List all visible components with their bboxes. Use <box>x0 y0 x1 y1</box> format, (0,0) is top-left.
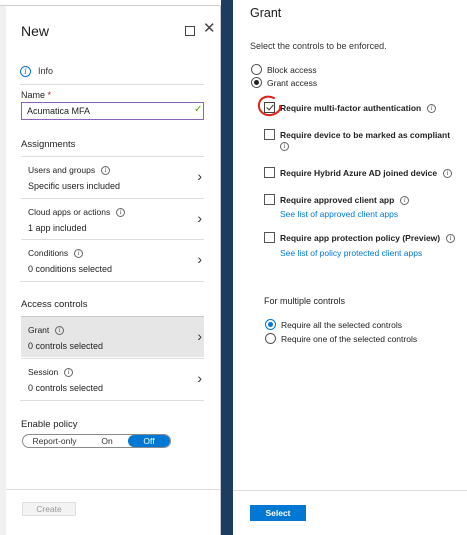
info-icon: i <box>427 103 437 113</box>
session-value: 0 controls selected <box>28 383 104 393</box>
divider <box>20 281 204 282</box>
footer-divider <box>233 490 467 491</box>
require-all-label: Require all the selected controls <box>281 320 402 330</box>
compliant-device-checkbox[interactable] <box>264 129 275 140</box>
enable-policy-toggle[interactable]: Report-only On Off <box>22 434 171 448</box>
cloud-apps-item[interactable]: Cloud apps or actions i 1 app included › <box>21 198 204 239</box>
close-icon[interactable]: ✕ <box>203 21 216 36</box>
info-icon: i <box>64 367 74 377</box>
hybrid-device-label: Require Hybrid Azure AD joined device i <box>280 168 453 178</box>
info-icon: i <box>280 142 289 151</box>
info-label: Info <box>38 66 54 76</box>
assignments-heading: Assignments <box>21 139 76 150</box>
maximize-icon[interactable] <box>185 26 195 36</box>
info-icon: i <box>101 165 111 175</box>
name-label: Name * <box>21 90 52 100</box>
block-access-label: Block access <box>267 65 317 75</box>
chevron-right-icon: › <box>197 328 202 344</box>
blade-divider <box>221 0 233 535</box>
approved-app-checkbox[interactable] <box>264 194 275 205</box>
footer-divider <box>6 489 220 490</box>
name-input[interactable]: Acumatica MFA <box>21 102 204 120</box>
create-button[interactable]: Create <box>22 502 76 516</box>
info-icon: i <box>443 168 453 178</box>
mfa-label: Require multi-factor authentication i <box>280 103 437 113</box>
block-access-radio[interactable] <box>251 64 262 75</box>
select-button[interactable]: Select <box>250 505 306 521</box>
approved-apps-link[interactable]: See list of approved client apps <box>280 209 398 219</box>
info-icon: i <box>20 65 31 77</box>
access-controls-heading: Access controls <box>21 299 88 310</box>
require-one-radio[interactable] <box>265 333 276 344</box>
session-item[interactable]: Session i 0 controls selected › <box>21 358 204 399</box>
divider <box>20 84 204 85</box>
info-icon: i <box>55 325 65 335</box>
conditions-value: 0 conditions selected <box>28 264 113 274</box>
compliant-device-label: Require device to be marked as compliant <box>280 130 451 140</box>
grant-item[interactable]: Grant i 0 controls selected › <box>21 316 204 357</box>
chevron-right-icon: › <box>197 168 202 184</box>
chevron-right-icon: › <box>197 210 202 226</box>
multiple-controls-heading: For multiple controls <box>264 296 346 306</box>
valid-check-icon: ✓ <box>194 104 203 115</box>
app-protection-checkbox[interactable] <box>264 232 275 243</box>
blade-title: Grant <box>250 6 282 20</box>
new-policy-blade: New ✕ i Info Name * Acumatica MFA ✓ Assi… <box>6 6 221 535</box>
conditions-item[interactable]: Conditions i 0 conditions selected › <box>21 239 204 280</box>
approved-app-label: Require approved client app i <box>280 195 410 205</box>
require-all-radio[interactable] <box>265 319 276 330</box>
cloud-apps-value: 1 app included <box>28 223 87 233</box>
enable-policy-label: Enable policy <box>21 419 78 430</box>
info-icon: i <box>400 195 410 205</box>
toggle-report-only[interactable]: Report-only <box>23 435 86 447</box>
require-one-label: Require one of the selected controls <box>281 334 418 344</box>
divider <box>20 400 204 401</box>
chevron-right-icon: › <box>197 251 202 267</box>
grant-access-label: Grant access <box>267 78 318 88</box>
mfa-checkbox[interactable] <box>264 102 275 113</box>
app-protection-label: Require app protection policy (Preview) i <box>280 233 456 243</box>
info-link[interactable]: i Info <box>20 64 210 78</box>
chevron-right-icon: › <box>197 370 202 386</box>
grant-value: 0 controls selected <box>28 341 104 351</box>
users-and-groups-item[interactable]: Users and groups i Specific users include… <box>21 156 204 197</box>
users-and-groups-value: Specific users included <box>28 181 121 191</box>
blade-subtitle: Select the controls to be enforced. <box>250 41 387 51</box>
toggle-on[interactable]: On <box>86 435 128 447</box>
info-icon: i <box>116 207 126 217</box>
grant-blade: Grant Select the controls to be enforced… <box>233 0 467 535</box>
grant-access-radio[interactable] <box>251 77 262 88</box>
toggle-off[interactable]: Off <box>128 435 170 447</box>
blade-title: New <box>21 23 50 39</box>
protected-apps-link[interactable]: See list of policy protected client apps <box>280 248 422 258</box>
info-icon: i <box>446 233 456 243</box>
hybrid-device-checkbox[interactable] <box>264 167 275 178</box>
info-icon: i <box>74 248 84 258</box>
